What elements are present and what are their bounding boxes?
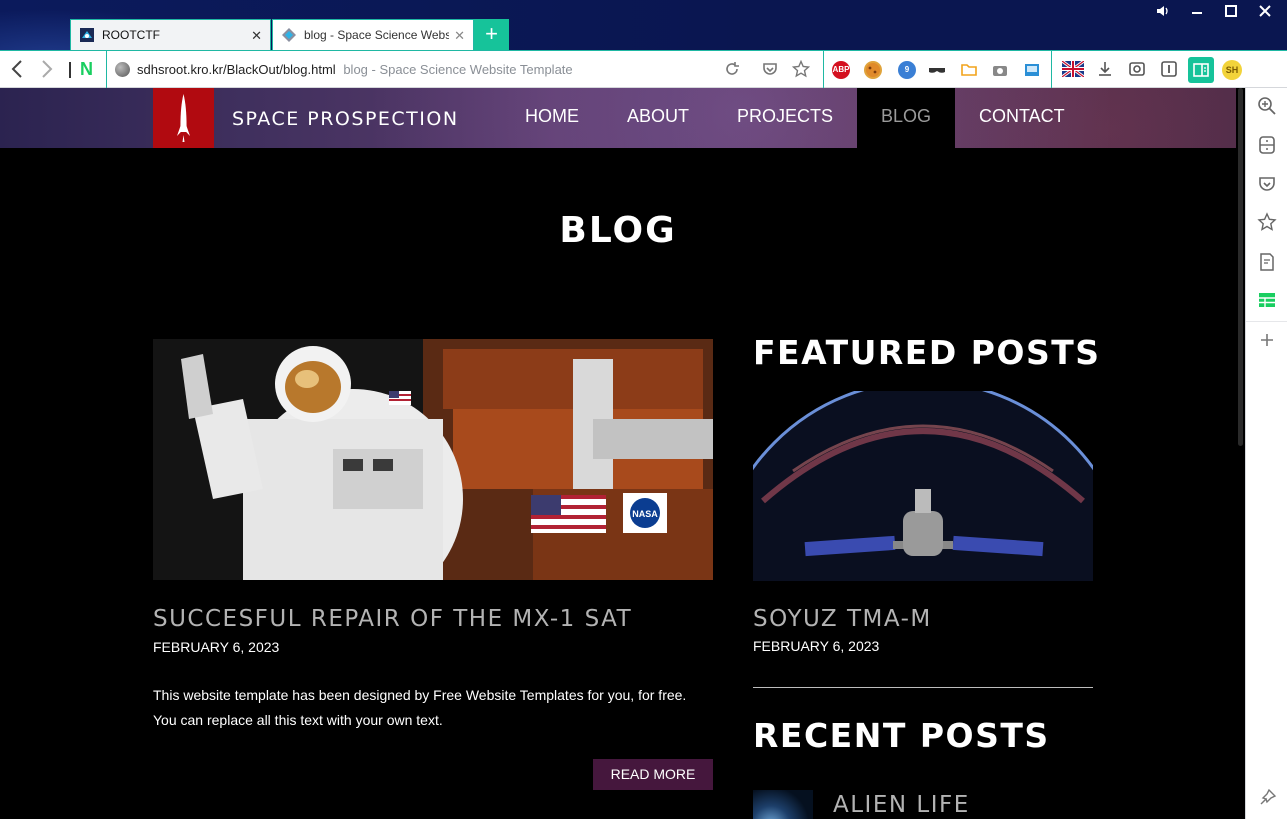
- uk-flag-icon[interactable]: [1061, 59, 1085, 79]
- tab-favicon-icon: [281, 27, 297, 43]
- maximize-icon[interactable]: [1224, 4, 1238, 21]
- featured-post-title[interactable]: SOYUZ TMA-M: [753, 606, 932, 632]
- add-panel-icon[interactable]: [1256, 330, 1278, 352]
- tab-favicon-icon: [79, 27, 95, 43]
- calculator-icon[interactable]: [1256, 135, 1278, 157]
- tab-blog[interactable]: blog - Space Science Website Template ✕: [272, 19, 474, 50]
- sidebar-divider: [753, 687, 1093, 688]
- recent-posts-heading: RECENT POSTS: [753, 716, 1050, 755]
- browser-titlebar: ROOTCTF ✕ blog - Space Science Website T…: [0, 0, 1287, 50]
- site-logo[interactable]: [153, 88, 214, 148]
- new-tab-button[interactable]: +: [474, 19, 509, 50]
- profile-avatar[interactable]: SH: [1222, 60, 1242, 80]
- speaker-icon[interactable]: [1156, 4, 1170, 21]
- nav-contact[interactable]: CONTACT: [979, 106, 1065, 127]
- photo-icon[interactable]: [1023, 61, 1041, 79]
- folder-icon[interactable]: [960, 61, 978, 79]
- adblock-plus-icon[interactable]: ABP: [832, 61, 850, 79]
- toolbar-divider: [823, 51, 824, 88]
- tab-close-icon[interactable]: ✕: [454, 28, 465, 44]
- browser-side-panel: [1245, 88, 1287, 819]
- toolbar-divider: [1051, 51, 1052, 88]
- post-body-line: This website template has been designed …: [153, 687, 687, 703]
- sidebar-toggle-icon[interactable]: [1188, 57, 1214, 83]
- nav-blog[interactable]: BLOG: [881, 106, 931, 127]
- close-window-icon[interactable]: [1258, 4, 1272, 21]
- pocket-side-icon[interactable]: [1256, 174, 1278, 196]
- back-button[interactable]: [10, 59, 24, 85]
- naver-home-button[interactable]: N: [80, 59, 93, 80]
- camera-icon[interactable]: [991, 61, 1009, 79]
- cookie-icon[interactable]: [864, 61, 882, 79]
- recent-post-thumbnail[interactable]: [753, 790, 813, 819]
- post-body: This website template has been designed …: [153, 683, 713, 733]
- nasa-badge-text: NASA: [632, 509, 658, 519]
- tab-close-icon[interactable]: ✕: [251, 28, 262, 44]
- site-info-icon[interactable]: [115, 62, 130, 77]
- pocket-icon[interactable]: [760, 60, 780, 80]
- address-border: [106, 51, 107, 88]
- recent-post-title[interactable]: ALIEN LIFE: [833, 792, 970, 818]
- memo-icon[interactable]: [1256, 252, 1278, 274]
- featured-post-date: FEBRUARY 6, 2023: [753, 638, 880, 654]
- site-header: SPACE PROSPECTION HOME ABOUT PROJECTS BL…: [0, 88, 1236, 148]
- reader-icon[interactable]: [1159, 60, 1179, 80]
- pin-icon[interactable]: [1256, 788, 1278, 810]
- zoom-icon[interactable]: [1256, 96, 1278, 118]
- nav-projects[interactable]: PROJECTS: [737, 106, 833, 127]
- toolbar-divider: [69, 62, 71, 78]
- scrollbar-thumb[interactable]: [1238, 88, 1243, 446]
- reload-icon[interactable]: [722, 60, 742, 80]
- page-title: BLOG: [559, 210, 677, 251]
- forward-button[interactable]: [40, 59, 54, 85]
- globe-9-icon[interactable]: 9: [898, 61, 916, 79]
- address-page-title: blog - Space Science Website Template: [343, 62, 573, 77]
- side-panel-divider: [1246, 321, 1287, 322]
- web-page: SPACE PROSPECTION HOME ABOUT PROJECTS BL…: [0, 88, 1236, 819]
- tab-title: blog - Space Science Website Template: [304, 28, 449, 42]
- site-logo-text[interactable]: SPACE PROSPECTION: [232, 108, 459, 130]
- minimize-icon[interactable]: [1190, 2, 1204, 19]
- featured-post-image[interactable]: [753, 391, 1093, 581]
- nav-home[interactable]: HOME: [525, 106, 579, 127]
- read-more-button[interactable]: READ MORE: [593, 759, 713, 790]
- spreadsheet-icon[interactable]: [1256, 290, 1278, 312]
- tab-title: ROOTCTF: [102, 28, 160, 42]
- page-scrollbar[interactable]: [1236, 88, 1245, 819]
- bookmark-star-icon[interactable]: [791, 59, 811, 80]
- browser-toolbar: N sdhsroot.kro.kr/BlackOut/blog.html blo…: [0, 50, 1287, 88]
- capture-icon[interactable]: [1127, 60, 1147, 80]
- download-icon[interactable]: [1095, 60, 1115, 80]
- post-title[interactable]: SUCCESFUL REPAIR OF THE MX-1 SAT: [153, 606, 632, 632]
- address-url: sdhsroot.kro.kr/BlackOut/blog.html: [137, 62, 336, 77]
- featured-posts-heading: FEATURED POSTS: [753, 333, 1101, 372]
- rocket-icon: [177, 94, 190, 142]
- nav-about[interactable]: ABOUT: [627, 106, 689, 127]
- post-date: FEBRUARY 6, 2023: [153, 639, 280, 655]
- post-image[interactable]: NASA: [153, 339, 713, 580]
- mask-icon[interactable]: [928, 61, 946, 79]
- address-bar[interactable]: sdhsroot.kro.kr/BlackOut/blog.html blog …: [137, 62, 573, 77]
- tab-rootctf[interactable]: ROOTCTF ✕: [70, 19, 271, 50]
- post-body-line: You can replace all this text with your …: [153, 712, 443, 728]
- favorites-star-icon[interactable]: [1256, 212, 1278, 234]
